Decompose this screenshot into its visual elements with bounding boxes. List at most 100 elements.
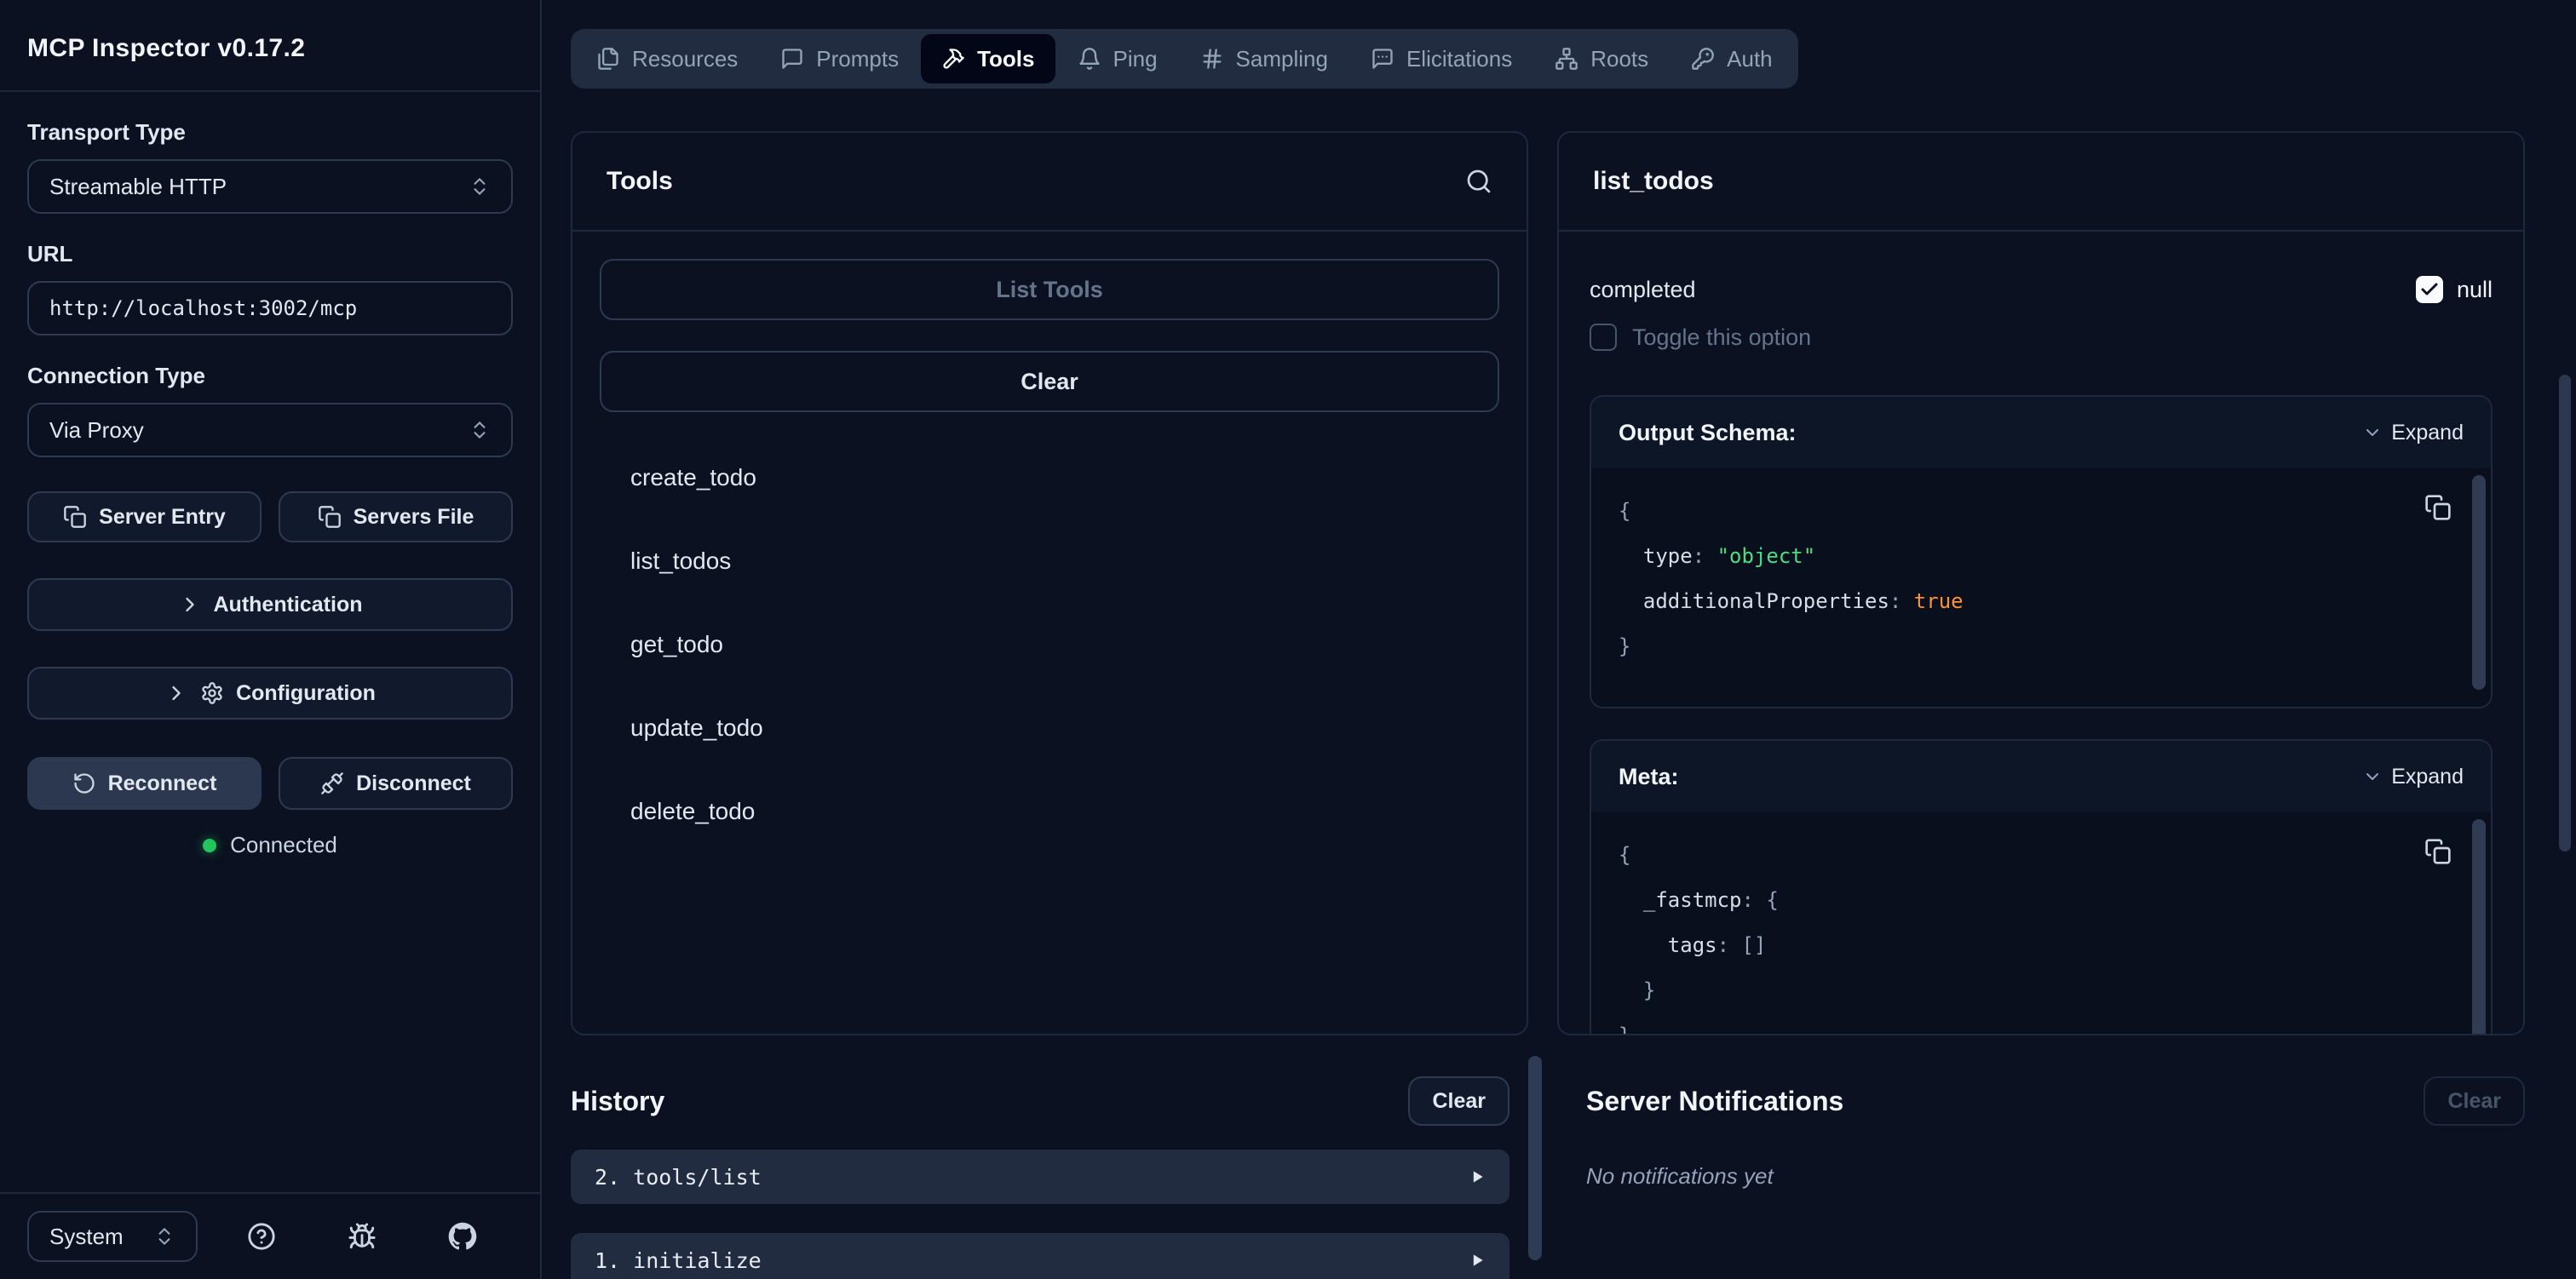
transport-type-value: Streamable HTTP	[49, 174, 227, 200]
connection-status: Connected	[27, 832, 513, 858]
null-checkbox[interactable]	[2416, 276, 2443, 303]
clear-notifications-button[interactable]: Clear	[2424, 1076, 2525, 1126]
tool-item-update-todo[interactable]: update_todo	[600, 686, 1499, 770]
meta-header: Meta: Expand	[1591, 741, 2491, 812]
history-entry-label: 2. tools/list	[595, 1165, 762, 1190]
tab-label: Resources	[632, 46, 738, 72]
help-button[interactable]	[247, 1222, 276, 1251]
output-schema-code: { type: "object" additionalProperties: t…	[1591, 468, 2491, 707]
tool-item-get-todo[interactable]: get_todo	[600, 603, 1499, 686]
disconnect-button[interactable]: Disconnect	[279, 757, 513, 810]
tab-prompts[interactable]: Prompts	[760, 34, 919, 83]
server-entry-label: Server Entry	[99, 505, 226, 530]
tool-item-list-todos[interactable]: list_todos	[600, 519, 1499, 603]
notifications-empty-text: No notifications yet	[1586, 1163, 2525, 1190]
toggle-option-row: Toggle this option	[1590, 324, 2493, 351]
tools-panel-title: Tools	[607, 167, 673, 196]
bell-icon	[1078, 47, 1101, 71]
tab-label: Roots	[1590, 46, 1648, 72]
tools-panel-header: Tools	[572, 133, 1527, 232]
authentication-button[interactable]: Authentication	[27, 578, 513, 631]
output-schema-expand-button[interactable]: Expand	[2362, 421, 2464, 445]
tool-item-delete-todo[interactable]: delete_todo	[600, 770, 1499, 853]
network-icon	[1555, 47, 1578, 71]
sidebar-body: Transport Type Streamable HTTP URL Conne…	[0, 92, 540, 1192]
hash-icon	[1200, 47, 1224, 71]
scrollbar-thumb[interactable]	[2472, 475, 2486, 690]
github-button[interactable]	[448, 1222, 477, 1251]
mcp-inspector-app: MCP Inspector v0.17.2 Transport Type Str…	[0, 0, 2576, 1279]
toggle-option-label: Toggle this option	[1632, 324, 1811, 351]
main-area: Resources Prompts Tools Ping Sampling	[542, 0, 2576, 1279]
output-schema-title: Output Schema:	[1619, 420, 1797, 446]
search-button[interactable]	[1465, 168, 1492, 195]
output-schema-card: Output Schema: Expand	[1590, 395, 2493, 708]
reconnect-button[interactable]: Reconnect	[27, 757, 262, 810]
history-entry-label: 1. initialize	[595, 1248, 762, 1273]
configuration-button[interactable]: Configuration	[27, 667, 513, 720]
chevron-down-icon	[2362, 766, 2383, 787]
theme-select[interactable]: System	[27, 1211, 198, 1262]
reconnect-label: Reconnect	[108, 771, 217, 796]
key-icon	[1691, 47, 1715, 71]
scrollbar-thumb[interactable]	[1528, 1056, 1542, 1260]
null-toggle: null	[2416, 276, 2493, 303]
chevrons-up-down-icon	[469, 175, 491, 198]
tool-item-create-todo[interactable]: create_todo	[600, 436, 1499, 519]
servers-file-label: Servers File	[354, 505, 474, 530]
help-circle-icon	[247, 1222, 276, 1251]
tab-bar: Resources Prompts Tools Ping Sampling	[571, 29, 1798, 89]
expand-entry-icon	[1469, 1168, 1486, 1185]
expand-label: Expand	[2391, 765, 2464, 789]
connection-type-select[interactable]: Via Proxy	[27, 403, 513, 457]
tab-resources[interactable]: Resources	[576, 34, 758, 83]
notifications-title: Server Notifications	[1586, 1086, 1843, 1117]
server-entry-button[interactable]: Server Entry	[27, 491, 262, 542]
files-icon	[596, 47, 620, 71]
clear-history-button[interactable]: Clear	[1408, 1076, 1509, 1126]
server-notifications-panel: Server Notifications Clear No notificati…	[1554, 1052, 2576, 1279]
connection-type-value: Via Proxy	[49, 417, 144, 444]
meta-code: { _fastmcp: { tags: [] }}	[1591, 812, 2491, 1034]
history-row-tools-list[interactable]: 2. tools/list	[571, 1150, 1509, 1204]
chevrons-up-down-icon	[469, 419, 491, 441]
status-dot	[203, 839, 216, 852]
tab-sampling[interactable]: Sampling	[1180, 34, 1348, 83]
output-schema-header: Output Schema: Expand	[1591, 397, 2491, 468]
tab-ping[interactable]: Ping	[1057, 34, 1178, 83]
debug-button[interactable]	[348, 1222, 377, 1251]
github-icon	[448, 1222, 477, 1251]
disconnect-label: Disconnect	[356, 771, 471, 796]
tab-roots[interactable]: Roots	[1534, 34, 1669, 83]
tool-detail-panel: list_todos completed null	[1557, 131, 2525, 1035]
expand-label: Expand	[2391, 421, 2464, 445]
main-bottom: History Clear 2. tools/list 1. initializ…	[542, 1052, 2576, 1279]
tab-label: Prompts	[816, 46, 899, 72]
app-title: MCP Inspector v0.17.2	[27, 34, 513, 63]
history-panel: History Clear 2. tools/list 1. initializ…	[542, 1052, 1554, 1279]
clear-tools-button[interactable]: Clear	[600, 351, 1499, 412]
detail-panel-body: completed null Toggle this option	[1559, 232, 2523, 1034]
option-checkbox[interactable]	[1590, 324, 1617, 351]
list-tools-button[interactable]: List Tools	[600, 259, 1499, 320]
tab-elicitations[interactable]: Elicitations	[1350, 34, 1532, 83]
copy-icon	[63, 505, 87, 529]
transport-type-select[interactable]: Streamable HTTP	[27, 159, 513, 214]
meta-expand-button[interactable]: Expand	[2362, 765, 2464, 789]
copy-meta-button[interactable]	[2416, 829, 2460, 874]
servers-file-button[interactable]: Servers File	[279, 491, 513, 542]
tools-panel: Tools List Tools Clear create_todo list_…	[571, 131, 1528, 1035]
sidebar-header: MCP Inspector v0.17.2	[0, 0, 540, 92]
status-text: Connected	[230, 832, 337, 858]
meta-card: Meta: Expand {	[1590, 739, 2493, 1034]
scrollbar-thumb[interactable]	[2559, 375, 2571, 852]
tab-tools[interactable]: Tools	[921, 34, 1055, 83]
scrollbar-thumb[interactable]	[2472, 819, 2486, 1034]
tab-auth[interactable]: Auth	[1670, 34, 1793, 83]
panels: Tools List Tools Clear create_todo list_…	[571, 131, 2525, 1035]
theme-value: System	[49, 1224, 124, 1250]
url-input[interactable]	[27, 281, 513, 336]
history-row-initialize[interactable]: 1. initialize	[571, 1233, 1509, 1279]
copy-schema-button[interactable]	[2416, 485, 2460, 530]
chevrons-up-down-icon	[153, 1225, 175, 1247]
